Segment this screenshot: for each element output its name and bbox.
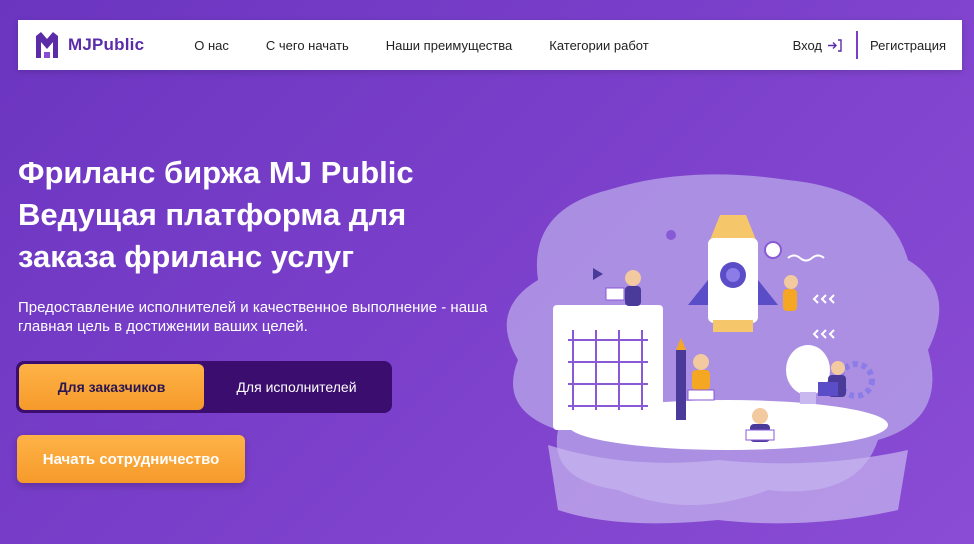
illustration-person-flying [783, 275, 798, 311]
nav-link-about[interactable]: О нас [194, 38, 229, 53]
start-cooperation-button[interactable]: Начать сотрудничество [17, 435, 245, 483]
top-navbar: MJPublic О нас С чего начать Наши преиму… [18, 20, 962, 70]
audience-toggle: Для заказчиков Для исполнителей [16, 361, 392, 413]
illustration-target [764, 241, 782, 259]
login-link[interactable]: Вход [793, 38, 842, 53]
hero-title-line-3: заказа фриланс услуг [18, 239, 355, 274]
nav-link-getting-started[interactable]: С чего начать [266, 38, 349, 53]
nav-link-advantages[interactable]: Наши преимущества [386, 38, 513, 53]
toggle-freelancers-button[interactable]: Для исполнителей [204, 364, 389, 410]
nav-link-categories[interactable]: Категории работ [549, 38, 648, 53]
login-arrow-icon [828, 38, 842, 52]
main-nav: О нас С чего начать Наши преимущества Ка… [194, 38, 685, 53]
hero-illustration [506, 174, 940, 524]
toggle-customers-button[interactable]: Для заказчиков [19, 364, 204, 410]
illustration-pencil [676, 350, 686, 420]
register-link[interactable]: Регистрация [870, 38, 946, 53]
logo[interactable]: MJPublic [34, 30, 144, 60]
login-label: Вход [792, 37, 822, 53]
nav-divider [856, 31, 858, 59]
logo-mark-icon [36, 32, 58, 58]
hero-title-line-1: Фриланс биржа MJ Public [18, 155, 414, 190]
hero-subtitle: Предоставление исполнителей и качественн… [18, 299, 488, 335]
hero-title-line-2: Ведущая платформа для [18, 197, 407, 232]
logo-text: MJPublic [68, 35, 145, 54]
hero-title: Фриланс биржа MJ Public Ведущая платформ… [18, 152, 488, 278]
auth-links: Вход Регистрация [793, 20, 962, 70]
illustration-pin [666, 230, 676, 240]
illustration-calendar [553, 305, 663, 430]
